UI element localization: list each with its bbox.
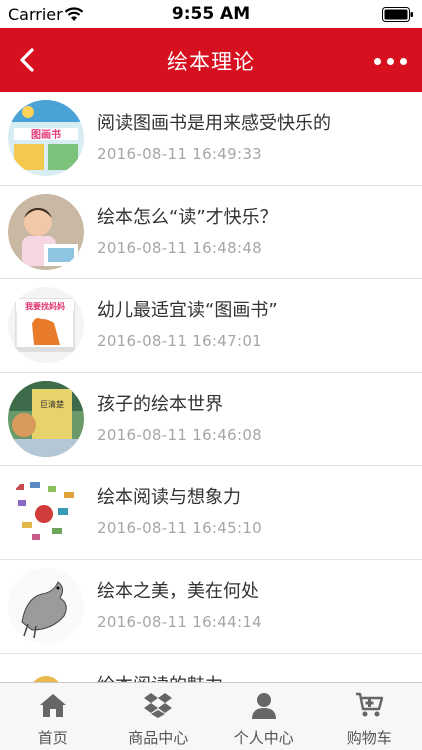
user-icon [251, 693, 276, 719]
tab-cart[interactable]: 购物车 [317, 683, 422, 750]
article-title: 绘本之美，美在何处 [97, 580, 259, 602]
article-item[interactable]: 绘本怎么“读”才快乐？ 2016-08-11 16:48:48 [0, 185, 422, 280]
more-dot [387, 58, 394, 65]
tab-profile[interactable]: 个人中心 [211, 683, 317, 750]
svg-text:图画书: 图画书 [31, 128, 61, 141]
status-bar: Carrier 9:55 AM [0, 0, 422, 28]
tab-home[interactable]: 首页 [0, 683, 106, 750]
page-title: 绘本理论 [167, 50, 255, 74]
article-thumbnail: 巨清楚 [8, 380, 84, 457]
status-time: 9:55 AM [171, 4, 251, 24]
article-thumbnail [8, 474, 84, 551]
nav-header: 绘本理论 [0, 28, 422, 92]
article-item[interactable]: 我要找妈妈 幼儿最适宜读“图画书” 2016-08-11 16:47:01 [0, 279, 422, 373]
article-item[interactable]: 图画书 阅读图画书是用来感受快乐的 2016-08-11 16:49:33 [0, 92, 422, 186]
battery-icon [382, 7, 413, 22]
tab-bar: 首页 商品中心 个人中心 购物车 [0, 682, 422, 750]
article-date: 2016-08-11 16:47:01 [97, 332, 263, 351]
article-title: 阅读图画书是用来感受快乐的 [97, 113, 331, 134]
article-thumbnail [8, 567, 84, 644]
article-item[interactable]: 绘本阅读与想象力 2016-08-11 16:45:10 [0, 466, 422, 560]
tab-label: 个人中心 [233, 729, 294, 747]
chevron-left-icon [20, 48, 34, 72]
article-date: 2016-08-11 16:49:33 [97, 145, 263, 163]
cart-icon [356, 692, 384, 717]
dropbox-icon [144, 693, 173, 718]
article-list: 图画书 阅读图画书是用来感受快乐的 2016-08-11 16:49:33 绘本… [0, 92, 422, 682]
article-date: 2016-08-11 16:48:48 [97, 238, 263, 257]
article-title: 孩子的绘本世界 [97, 393, 223, 415]
back-button[interactable] [10, 42, 46, 78]
article-thumbnail: 我要找妈妈 [8, 287, 84, 364]
tab-products[interactable]: 商品中心 [106, 683, 212, 750]
article-date: 2016-08-11 16:44:14 [97, 612, 263, 631]
article-title: 绘本阅读的魅力 [97, 671, 223, 682]
more-button[interactable] [366, 42, 414, 78]
article-thumbnail [8, 193, 84, 270]
svg-text:巨清楚: 巨清楚 [40, 399, 64, 409]
tab-label: 商品中心 [128, 729, 189, 747]
article-date: 2016-08-11 16:45:10 [97, 519, 263, 538]
home-icon [39, 694, 66, 717]
article-item[interactable]: 巨清楚 孩子的绘本世界 2016-08-11 16:46:08 [0, 372, 422, 467]
svg-text:我要找妈妈: 我要找妈妈 [25, 301, 65, 311]
tab-label: 购物车 [346, 729, 392, 747]
article-title: 绘本阅读与想象力 [97, 487, 241, 509]
more-dot [400, 58, 407, 65]
article-item[interactable]: 绘本之美，美在何处 2016-08-11 16:44:14 [0, 559, 422, 654]
tab-label: 首页 [37, 729, 68, 747]
article-date: 2016-08-11 16:46:08 [97, 425, 263, 444]
article-thumbnail [8, 661, 84, 682]
article-thumbnail: 图画书 [8, 100, 84, 176]
article-title: 绘本怎么“读”才快乐？ [97, 206, 278, 228]
more-dot [374, 58, 381, 65]
article-item[interactable]: 绘本阅读的魅力 [0, 653, 422, 682]
article-title: 幼儿最适宜读“图画书” [97, 300, 278, 322]
